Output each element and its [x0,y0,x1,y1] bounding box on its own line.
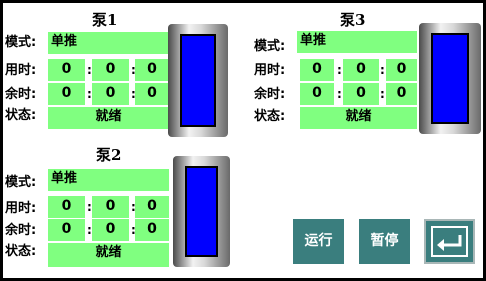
pump1-remain-minute[interactable]: 0 [92,83,129,105]
pump2-title: 泵2 [96,146,122,164]
pump3-level-gauge [419,23,481,134]
pump2-remain-label: 余时: [5,223,37,238]
return-arrow-icon [431,226,468,257]
pump2-mode-label: 模式: [5,175,37,190]
pump3-status-field: 就绪 [300,107,417,129]
pump1-title: 泵1 [92,11,118,29]
pump1-status-field: 就绪 [48,107,169,129]
pump2-used-second[interactable]: 0 [135,196,169,218]
back-button[interactable] [424,219,475,264]
pump3-title: 泵3 [340,11,366,29]
pump2-used-label: 用时: [5,201,37,216]
pump1-mode-label: 模式: [5,35,37,50]
pump2-remain-minute[interactable]: 0 [92,219,129,241]
pump3-remain-colon2: : [380,87,385,101]
pump3-level-fill [431,33,469,124]
pump3-used-hour[interactable]: 0 [300,59,334,81]
pump2-used-minute[interactable]: 0 [92,196,129,218]
pump1-status-label: 状态: [5,108,37,123]
pump-panel: 泵1 模式: 单推 用时: 0 : 0 : 0 余时: 0 : 0 : 0 状态… [3,3,483,278]
pump3-remain-minute[interactable]: 0 [343,83,379,105]
pump3-mode-field[interactable]: 单推 [297,31,417,53]
pump3-used-label: 用时: [254,63,286,78]
pump1-remain-hour[interactable]: 0 [48,83,85,105]
hmi-screen: 泵1 模式: 单推 用时: 0 : 0 : 0 余时: 0 : 0 : 0 状态… [0,0,486,281]
pump2-level-fill [185,166,218,257]
pump1-level-fill [180,34,216,127]
pump2-remain-hour[interactable]: 0 [48,219,85,241]
pump2-status-field: 就绪 [48,243,169,267]
pump1-mode-field[interactable]: 单推 [48,32,169,54]
pump1-used-hour[interactable]: 0 [48,59,85,81]
pump3-used-colon1: : [337,63,342,77]
pump3-remain-second[interactable]: 0 [386,83,417,105]
pump1-level-gauge [168,24,228,137]
pump1-used-minute[interactable]: 0 [92,59,129,81]
pump2-status-label: 状态: [5,244,37,259]
pump2-used-hour[interactable]: 0 [48,196,85,218]
pump1-used-second[interactable]: 0 [135,59,169,81]
pump2-remain-second[interactable]: 0 [135,219,169,241]
pump3-used-minute[interactable]: 0 [343,59,379,81]
pump3-remain-hour[interactable]: 0 [300,83,334,105]
pump3-used-colon2: : [380,63,385,77]
pump3-status-label: 状态: [254,109,286,124]
pump1-remain-label: 余时: [5,87,37,102]
pump3-mode-label: 模式: [254,39,286,54]
pump3-remain-colon1: : [337,87,342,101]
pump2-mode-field[interactable]: 单推 [48,169,169,191]
pump1-remain-second[interactable]: 0 [135,83,169,105]
run-button[interactable]: 运行 [293,219,344,264]
pump3-remain-label: 余时: [254,87,286,102]
pump2-level-gauge [173,156,230,267]
pump1-used-label: 用时: [5,63,37,78]
pause-button[interactable]: 暂停 [359,219,410,264]
pump3-used-second[interactable]: 0 [386,59,417,81]
